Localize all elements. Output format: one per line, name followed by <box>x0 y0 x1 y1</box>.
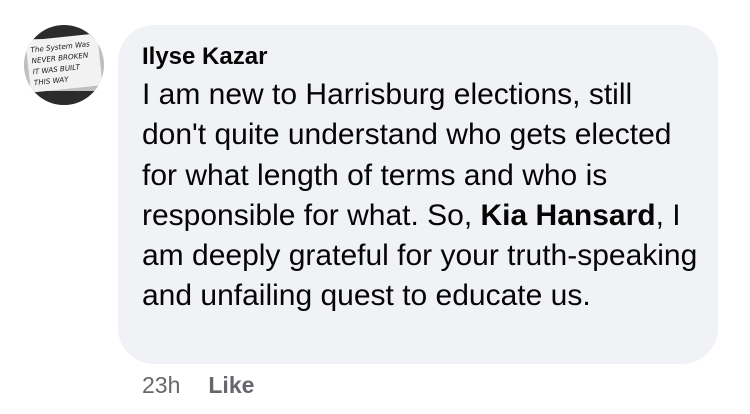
like-button[interactable]: Like <box>208 372 254 399</box>
comment-meta: 23h Like <box>142 372 254 398</box>
avatar-sign-image: The System Was NEVER BROKEN IT WAS BUILT… <box>24 25 104 105</box>
comment-bubble: Ilyse Kazar I am new to Harrisburg elect… <box>118 25 718 364</box>
mention-link[interactable]: Kia Hansard <box>481 199 656 232</box>
avatar[interactable]: The System Was NEVER BROKEN IT WAS BUILT… <box>24 25 104 105</box>
comment-timestamp[interactable]: 23h <box>142 372 180 399</box>
comment-text: I am new to Harrisburg elections, still … <box>142 75 702 317</box>
comment-author[interactable]: Ilyse Kazar <box>142 43 694 71</box>
